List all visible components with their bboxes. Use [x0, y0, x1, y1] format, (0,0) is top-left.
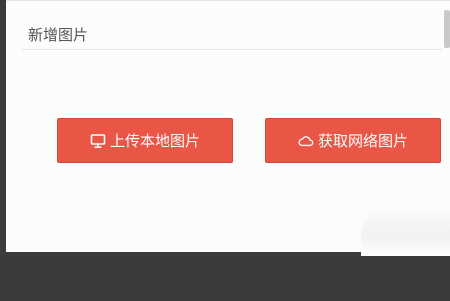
upload-local-image-button[interactable]: 上传本地图片	[57, 118, 233, 163]
cloud-icon	[298, 133, 314, 149]
upload-local-image-label: 上传本地图片	[109, 131, 200, 150]
fetch-network-image-label: 获取网络图片	[317, 131, 408, 150]
dialog-header: 新增图片	[22, 17, 442, 50]
monitor-icon	[90, 133, 106, 149]
decorative-shadow	[361, 206, 450, 256]
fetch-network-image-button[interactable]: 获取网络图片	[265, 118, 441, 163]
dialog-title: 新增图片	[28, 26, 89, 44]
scrollbar[interactable]	[444, 10, 450, 48]
add-image-dialog: 新增图片 上传本地图片 获取网络图片	[6, 0, 450, 256]
